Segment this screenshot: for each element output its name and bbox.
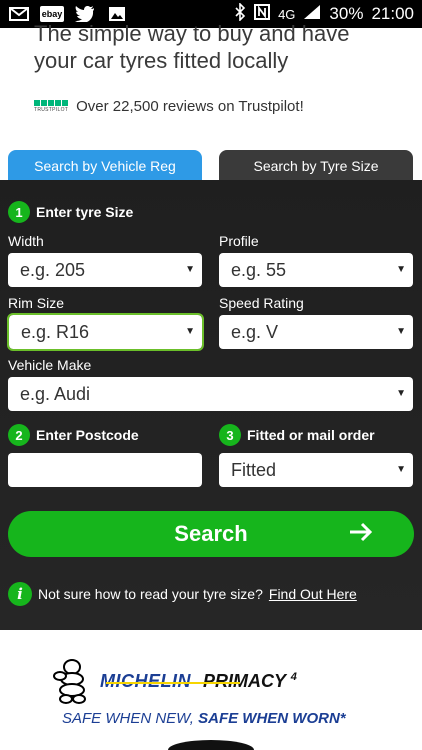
dropdown-arrow-icon: ▼: [396, 388, 406, 399]
hero-title-line: your car tyres fitted locally: [34, 48, 289, 73]
trustpilot-stars-icon: [34, 100, 68, 106]
speed-rating-select[interactable]: e.g. V ▼: [219, 315, 413, 349]
info-icon: i: [8, 582, 32, 606]
fitted-value: Fitted: [231, 459, 277, 480]
rim-size-label: Rim Size: [8, 295, 65, 311]
step-3-heading: 3 Fitted or mail order: [219, 424, 375, 446]
vehicle-make-select[interactable]: e.g. Audi ▼: [8, 377, 413, 411]
step-label: Fitted or mail order: [247, 427, 375, 443]
help-text: Not sure how to read your tyre size?: [38, 586, 263, 602]
trustpilot-logo: TRUSTPILOT: [34, 100, 68, 113]
michelin-ad-banner[interactable]: MICHELIN PRIMACY 4 SAFE WHEN NEW, SAFE W…: [0, 630, 422, 750]
step-number-badge: 2: [8, 424, 30, 446]
vehicle-make-value: e.g. Audi: [20, 383, 91, 404]
step-1-heading: 1 Enter tyre Size: [8, 201, 133, 223]
dropdown-arrow-icon: ▼: [396, 264, 406, 275]
step-2-heading: 2 Enter Postcode: [8, 424, 139, 446]
width-label: Width: [8, 233, 44, 249]
trustpilot-wordmark: TRUSTPILOT: [34, 107, 69, 113]
step-number-badge: 3: [219, 424, 241, 446]
step-label: Enter tyre Size: [36, 204, 134, 220]
gmail-icon: [8, 6, 30, 22]
width-select[interactable]: e.g. 205 ▼: [8, 253, 202, 287]
rim-size-select[interactable]: e.g. R16 ▼: [7, 313, 204, 351]
dropdown-arrow-icon: ▼: [396, 326, 406, 337]
step-label: Enter Postcode: [36, 427, 139, 443]
brand-underline: [106, 682, 240, 684]
vehicle-make-label: Vehicle Make: [8, 357, 92, 373]
postcode-input[interactable]: [8, 453, 202, 487]
dropdown-arrow-icon: ▼: [185, 326, 195, 337]
speed-rating-label: Speed Rating: [219, 295, 304, 311]
product-name: PRIMACY 4: [203, 670, 297, 691]
width-value: e.g. 205: [20, 259, 86, 280]
hero-title: The simple way to buy and have your car …: [34, 20, 394, 74]
search-button-label: Search: [174, 521, 248, 546]
michelin-man-icon: [53, 659, 86, 704]
profile-select[interactable]: e.g. 55 ▼: [219, 253, 413, 287]
find-out-here-link[interactable]: Find Out Here: [269, 586, 357, 602]
search-button[interactable]: Search: [8, 511, 414, 557]
trustpilot-row[interactable]: TRUSTPILOT Over 22,500 reviews on Trustp…: [34, 98, 304, 115]
profile-value: e.g. 55: [231, 259, 287, 280]
tab-search-by-vehicle-reg[interactable]: Search by Vehicle Reg: [8, 150, 202, 182]
michelin-wordmark: MICHELIN: [100, 670, 191, 691]
tab-search-by-tyre-size[interactable]: Search by Tyre Size: [219, 150, 413, 182]
speed-rating-value: e.g. V: [231, 321, 279, 342]
ad-tagline: SAFE WHEN NEW, SAFE WHEN WORN*: [62, 710, 346, 727]
dropdown-arrow-icon: ▼: [396, 464, 406, 475]
arrow-right-icon: [348, 521, 374, 550]
step-number-badge: 1: [8, 201, 30, 223]
rim-size-value: e.g. R16: [21, 321, 90, 342]
profile-label: Profile: [219, 233, 259, 249]
trustpilot-reviews-text: Over 22,500 reviews on Trustpilot!: [76, 98, 304, 115]
hero-title-line: The simple way to buy and have: [34, 21, 350, 46]
michelin-brand-row: MICHELIN PRIMACY 4: [52, 658, 297, 704]
tyre-size-help: i Not sure how to read your tyre size? F…: [8, 582, 357, 606]
dropdown-arrow-icon: ▼: [185, 264, 195, 275]
fitted-select[interactable]: Fitted ▼: [219, 453, 413, 487]
